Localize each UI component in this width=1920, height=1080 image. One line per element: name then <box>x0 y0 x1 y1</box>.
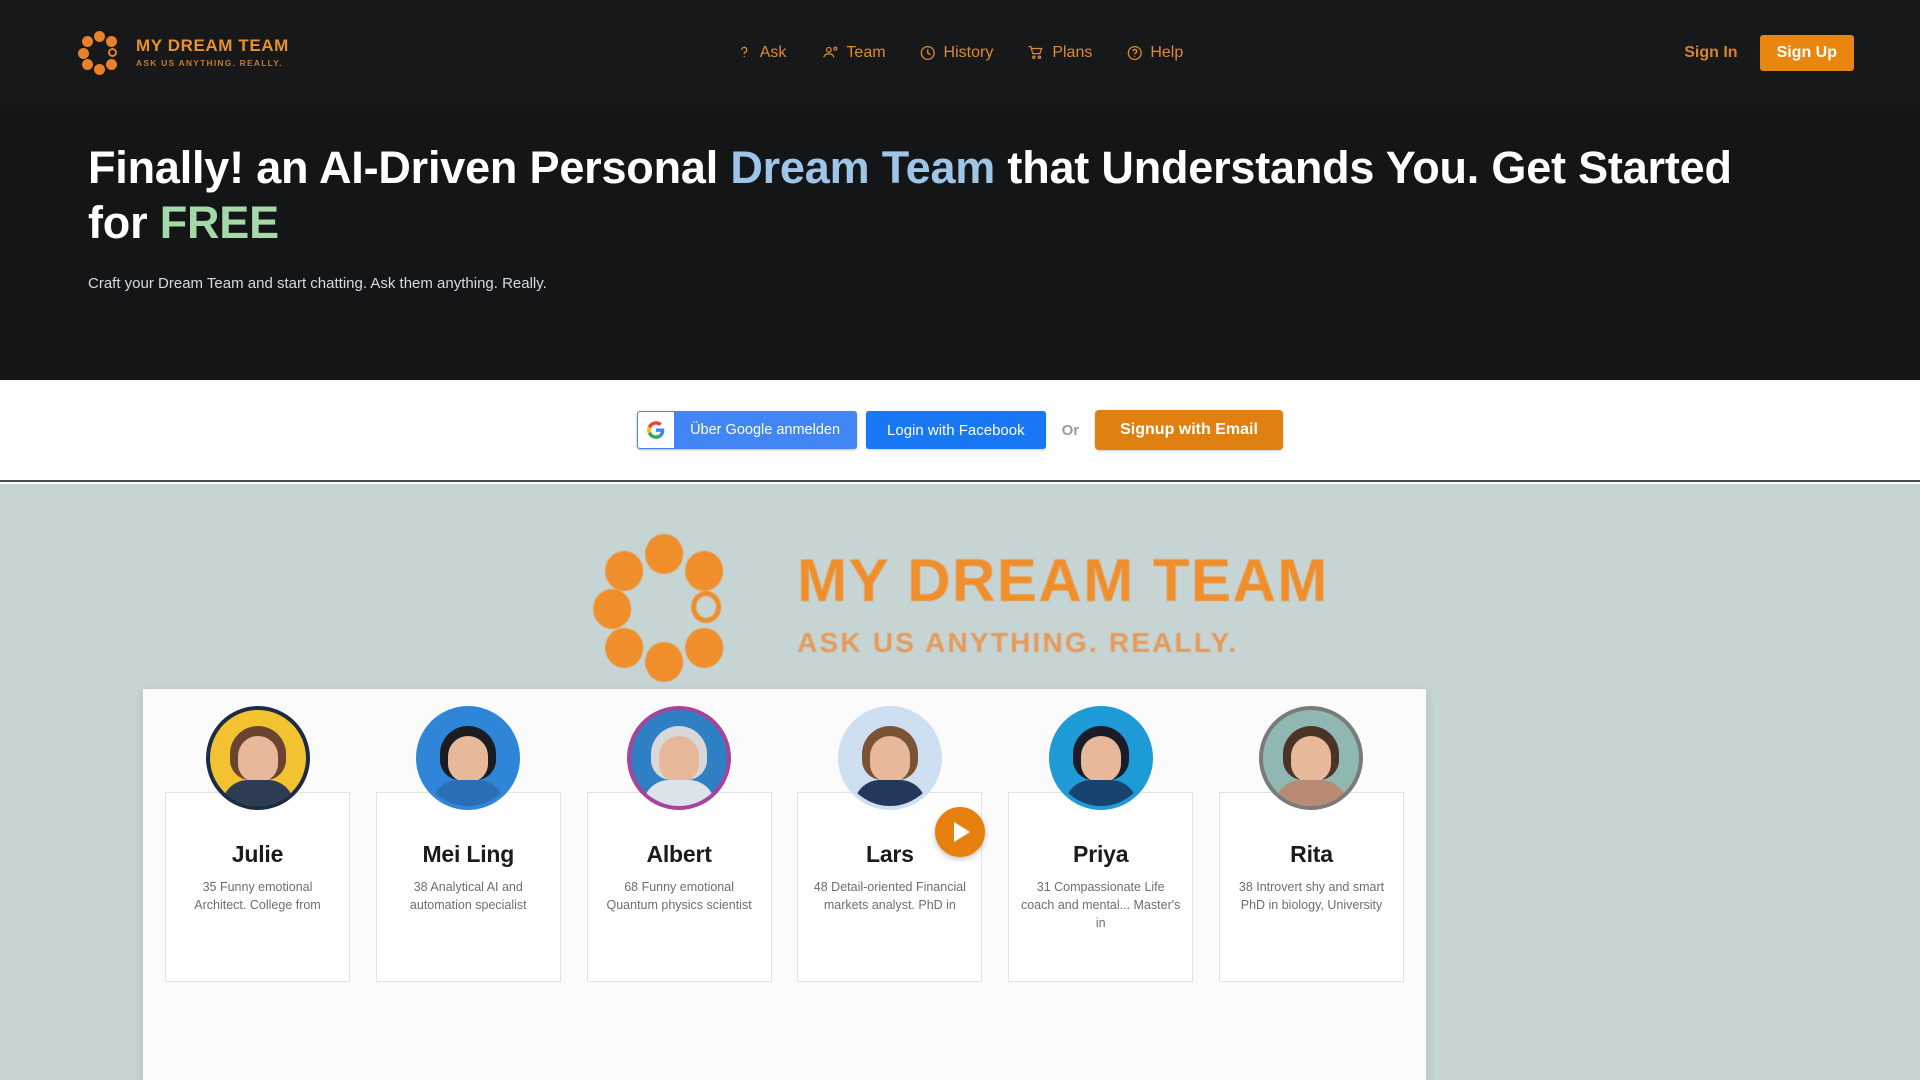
avatar-face-icon <box>420 710 516 806</box>
shopping-cart-icon <box>1027 45 1044 60</box>
hero-section: Finally! an AI-Driven Personal Dream Tea… <box>0 105 1920 380</box>
team-member-description: 48 Detail-oriented Financial markets ana… <box>813 880 966 913</box>
sign-up-button[interactable]: Sign Up <box>1759 34 1854 71</box>
sign-in-link[interactable]: Sign In <box>1684 44 1737 62</box>
nav-item-ask[interactable]: Ask <box>737 43 787 62</box>
dream-team-ring-logo-icon <box>78 30 122 75</box>
help-circle-icon <box>1126 45 1142 61</box>
showcase-logo-title: MY DREAM TEAM <box>797 547 1329 614</box>
play-video-button[interactable] <box>935 807 985 857</box>
avatar-face-icon <box>631 710 727 806</box>
team-member-name: Priya <box>1073 841 1129 867</box>
avatar <box>841 710 938 806</box>
team-member-description: 38 Analytical AI and automation speciali… <box>409 880 527 913</box>
brand-title: MY DREAM TEAM <box>136 36 289 56</box>
page-title: Finally! an AI-Driven Personal Dream Tea… <box>88 141 1768 251</box>
hero-subtitle: Craft your Dream Team and start chatting… <box>88 274 547 292</box>
team-member-row: Julie 35 Funny emotional Architect. Colle… <box>143 689 1426 982</box>
team-member-name: Albert <box>646 841 712 867</box>
team-member-description: 31 Compassionate Life coach and mental..… <box>1020 880 1181 931</box>
nav-item-ask-label: Ask <box>759 43 787 61</box>
team-member-description: 38 Introvert shy and smart PhD in biolog… <box>1238 880 1385 913</box>
dream-team-ring-logo-large-icon <box>591 534 741 682</box>
auth-strip: Über Google anmelden Login with Facebook… <box>0 380 1920 482</box>
nav-item-history-label: History <box>943 43 994 61</box>
avatar-face-icon <box>842 710 938 806</box>
nav-item-plans[interactable]: Plans <box>1027 44 1092 62</box>
avatar <box>209 710 306 806</box>
auth-actions: Sign In Sign Up <box>1684 34 1854 71</box>
or-separator-label: Or <box>1061 421 1080 439</box>
avatar <box>631 710 728 806</box>
brand-tagline: ASK US ANYTHING. REALLY. <box>136 58 283 69</box>
team-member-card[interactable]: Julie 35 Funny emotional Architect. Colle… <box>165 710 350 982</box>
google-g-icon <box>638 412 675 448</box>
brand-logo[interactable]: MY DREAM TEAM ASK US ANYTHING. REALLY. <box>78 30 289 75</box>
avatar-face-icon <box>1053 710 1149 806</box>
google-signin-button[interactable]: Über Google anmelden <box>637 411 858 449</box>
avatar <box>420 710 517 806</box>
avatar-face-icon <box>1263 710 1359 806</box>
team-member-card[interactable]: Rita 38 Introvert shy and smart PhD in bi… <box>1218 710 1404 982</box>
avatar-face-icon <box>210 710 306 806</box>
nav-item-team[interactable]: Team <box>820 43 886 62</box>
team-member-card[interactable]: Albert 68 Funny emotional Quantum physics… <box>586 710 772 982</box>
nav-item-history[interactable]: History <box>920 43 994 62</box>
team-member-card[interactable]: Priya 31 Compassionate Life coach and men… <box>1008 710 1194 982</box>
question-mark-icon <box>737 45 752 60</box>
team-showcase-panel: Julie 35 Funny emotional Architect. Colle… <box>143 689 1426 1080</box>
team-member-name: Rita <box>1290 841 1333 867</box>
google-signin-label: Über Google anmelden <box>690 422 841 438</box>
facebook-login-button[interactable]: Login with Facebook <box>866 411 1046 449</box>
clock-icon <box>920 45 936 61</box>
team-member-description: 35 Funny emotional Architect. College fr… <box>194 880 321 913</box>
hero-title-highlight-blue: Dream Team <box>730 142 996 193</box>
nav-item-help[interactable]: Help <box>1126 44 1183 62</box>
signup-with-email-button[interactable]: Signup with Email <box>1095 410 1283 450</box>
top-navigation-bar: MY DREAM TEAM ASK US ANYTHING. REALLY. A… <box>0 0 1920 105</box>
team-member-card[interactable]: Mei Ling 38 Analytical AI and automation … <box>375 710 561 982</box>
showcase-logo: MY DREAM TEAM ASK US ANYTHING. REALLY. <box>591 534 1329 682</box>
team-member-name: Julie <box>231 841 284 867</box>
people-icon <box>820 45 838 60</box>
avatar <box>1052 710 1149 806</box>
team-member-name: Mei Ling <box>422 841 515 867</box>
showcase-section: MY DREAM TEAM ASK US ANYTHING. REALLY. J… <box>0 484 1920 1080</box>
hero-title-highlight-green: FREE <box>159 196 279 248</box>
main-navigation: Ask Team History Plans Help <box>737 43 1183 62</box>
showcase-logo-tagline: ASK US ANYTHING. REALLY. <box>797 627 1239 658</box>
nav-item-team-label: Team <box>846 43 886 61</box>
nav-item-plans-label: Plans <box>1052 43 1093 61</box>
team-member-description: 68 Funny emotional Quantum physics scien… <box>606 880 752 913</box>
play-triangle-icon <box>954 822 970 842</box>
nav-item-help-label: Help <box>1150 43 1184 61</box>
hero-title-part1: Finally! an AI-Driven Personal <box>88 142 731 193</box>
avatar <box>1263 710 1360 806</box>
